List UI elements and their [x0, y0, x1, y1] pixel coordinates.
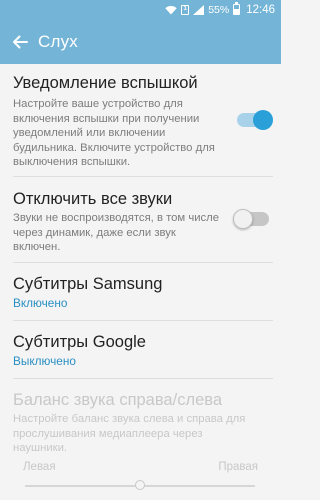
balance-right-label: Правая [218, 461, 258, 473]
setting-samsung-subtitles[interactable]: Субтитры Samsung Включено [0, 263, 281, 320]
balance-left-label: Левая [23, 461, 56, 473]
setting-title: Субтитры Google [13, 333, 146, 351]
mute-all-sounds-toggle[interactable] [233, 209, 269, 229]
setting-google-subtitles[interactable]: Субтитры Google Выключено [0, 321, 281, 378]
setting-status: Включено [13, 296, 68, 310]
setting-title: Баланс звука справа/слева [13, 391, 223, 409]
toggle-knob [233, 209, 253, 229]
flash-notification-toggle[interactable] [237, 110, 273, 130]
settings-list: Уведомление вспышкой Настройте ваше устр… [0, 64, 281, 500]
setting-flash-notification[interactable]: Уведомление вспышкой Настройте ваше устр… [0, 64, 281, 176]
setting-description: Настройте баланс звука слева и справа дл… [13, 413, 246, 454]
setting-status: Выключено [13, 354, 76, 368]
back-button[interactable] [6, 28, 34, 56]
page-title: Слух [38, 31, 78, 51]
setting-mute-all-sounds[interactable]: Отключить все звуки Звуки не воспроизвод… [0, 177, 281, 262]
signal-icon [193, 4, 205, 15]
app-bar: Слух [0, 19, 281, 64]
setting-description: Звуки не воспроизводятся, в том числе че… [13, 212, 220, 253]
setting-description: Настройте ваше устройство для включения … [13, 98, 215, 168]
status-bar: 1 55% 12:46 [0, 0, 281, 19]
clock: 12:46 [246, 3, 275, 16]
back-arrow-icon [13, 35, 28, 48]
wifi-icon [165, 5, 177, 15]
setting-sound-balance: Баланс звука справа/слева Настройте бала… [0, 379, 281, 500]
setting-title: Уведомление вспышкой [13, 74, 198, 92]
status-icons: 1 55% 12:46 [165, 2, 275, 17]
battery-icon [233, 2, 241, 15]
toggle-knob [253, 110, 273, 130]
setting-title: Субтитры Samsung [13, 275, 163, 293]
balance-slider-thumb [135, 480, 145, 490]
sim-icon: 1 [181, 4, 190, 15]
battery-percent: 55% [208, 3, 230, 16]
setting-title: Отключить все звуки [13, 190, 173, 208]
